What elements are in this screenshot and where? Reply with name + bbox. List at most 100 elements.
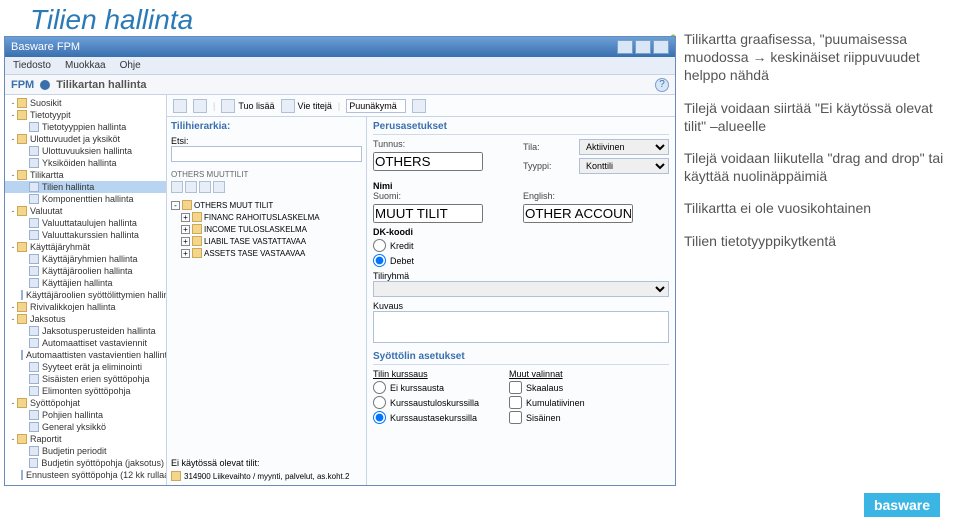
sidebar-item[interactable]: Yksiköiden hallinta: [5, 157, 166, 169]
sidebar-item[interactable]: Valuuttakurssien hallinta: [5, 229, 166, 241]
etsi-label: Etsi:: [171, 136, 189, 146]
sidebar-item[interactable]: Komponenttien hallinta: [5, 193, 166, 205]
move-up-icon[interactable]: [199, 181, 211, 193]
maximize-button[interactable]: [635, 40, 651, 54]
tuo-lisaa-link[interactable]: Tuo lisää: [221, 99, 274, 113]
sidebar-item[interactable]: Käyttäjäryhmien hallinta: [5, 253, 166, 265]
app-title: Basware FPM: [11, 41, 80, 53]
minimize-button[interactable]: [617, 40, 633, 54]
sidebar-item[interactable]: Automaattiset vastaviennit: [5, 337, 166, 349]
sidebar-item[interactable]: -Rivivalikkojen hallinta: [5, 301, 166, 313]
tiliryhma-label: Tiliryhmä: [373, 271, 669, 281]
sidebar-item[interactable]: -Ulottuvuudet ja yksiköt: [5, 133, 166, 145]
search-input[interactable]: [171, 146, 362, 162]
kredit-label: Kredit: [390, 241, 414, 251]
sidebar-item[interactable]: Tietotyyppien hallinta: [5, 121, 166, 133]
sidebar-item[interactable]: Syyteet erät ja eliminointi: [5, 361, 166, 373]
sidebar-item[interactable]: Ennusteen syöttöpohja (12 kk rullaav...): [5, 469, 166, 481]
account-tree-item[interactable]: +ASSETS TASE VASTAAVAA: [171, 247, 362, 259]
form-panel: Perusasetukset Tunnus: Tila: Aktiivinen …: [367, 117, 675, 485]
account-tree-item[interactable]: +INCOME TULOSLASKELMA: [171, 223, 362, 235]
sidebar-item[interactable]: Tilien hallinta: [5, 181, 166, 193]
titlebar[interactable]: Basware FPM: [5, 37, 675, 57]
sidebar-item[interactable]: Sisäisten erien syöttöpohja: [5, 373, 166, 385]
account-tree-item[interactable]: +LIABIL TASE VASTATTAVAA: [171, 235, 362, 247]
sidebar-item[interactable]: -Valuutat: [5, 205, 166, 217]
expand-all-icon[interactable]: [171, 181, 183, 193]
skaalaus-check[interactable]: [509, 381, 522, 394]
eikurssausta-radio[interactable]: [373, 381, 386, 394]
sidebar-item[interactable]: General yksikkö: [5, 421, 166, 433]
account-tree-item[interactable]: +FINANC RAHOITUSLASKELMA: [171, 211, 362, 223]
sidebar-item[interactable]: Jaksotusperusteiden hallinta: [5, 325, 166, 337]
chevron-left-icon[interactable]: [40, 80, 50, 90]
unused-label: Ei käytössä olevat tilit:: [171, 458, 362, 468]
kuvaus-textarea[interactable]: [373, 311, 669, 343]
sidebar-item[interactable]: -Käyttäjäryhmät: [5, 241, 166, 253]
sidebar-item[interactable]: Ulottuvuuksien hallinta: [5, 145, 166, 157]
tulos-radio[interactable]: [373, 396, 386, 409]
move-down-icon[interactable]: [213, 181, 225, 193]
bullet: Tilejä voidaan liikutella "drag and drop…: [670, 149, 950, 185]
english-input[interactable]: [523, 204, 633, 223]
sidebar-item[interactable]: Pohjien hallinta: [5, 409, 166, 421]
export-icon: [281, 99, 295, 113]
tila-label: Tila:: [523, 142, 573, 152]
sidebar-item[interactable]: Automaattisten vastavientien hallinta: [5, 349, 166, 361]
dropdown-icon[interactable]: [412, 99, 426, 113]
basware-logo: basware: [864, 493, 940, 517]
sisainen-check[interactable]: [509, 411, 522, 424]
bullet: Tilien tietotyyppikytkentä: [670, 232, 950, 250]
tunnus-input[interactable]: [373, 152, 483, 171]
sidebar-item[interactable]: Käyttäjien hallinta: [5, 277, 166, 289]
close-button[interactable]: [653, 40, 669, 54]
sidebar-item[interactable]: Budjetin periodit: [5, 445, 166, 457]
unused-account-item[interactable]: 314900 Liikevaihto / myynti, palvelut, a…: [184, 472, 349, 481]
menu-muokkaa[interactable]: Muokkaa: [65, 60, 106, 71]
collapse-all-icon[interactable]: [185, 181, 197, 193]
sidebar-item[interactable]: Elimonten syöttöpohja: [5, 385, 166, 397]
sidebar-item[interactable]: -Raportit: [5, 433, 166, 445]
main-panel: | Tuo lisää Vie titejä | Tilihierarkia: …: [167, 95, 675, 485]
debet-radio[interactable]: [373, 254, 386, 267]
nimi-label: Nimi: [373, 181, 669, 191]
sidebar-item[interactable]: -Syöttöpohjat: [5, 397, 166, 409]
breadcrumb-root[interactable]: FPM: [11, 79, 34, 91]
sidebar-item[interactable]: Valuuttataulujen hallinta: [5, 217, 166, 229]
app-window: Basware FPM Tiedosto Muokkaa Ohje FPM Ti…: [4, 36, 676, 486]
sidebar-item[interactable]: Budjetin syöttöpohja (jaksotus): [5, 457, 166, 469]
account-tree[interactable]: -OTHERS MUUT TILIT+FINANC RAHOITUSLASKEL…: [171, 199, 362, 259]
help-icon[interactable]: ?: [655, 78, 669, 92]
menu-tiedosto[interactable]: Tiedosto: [13, 60, 51, 71]
sidebar-item[interactable]: Käyttäjäroolien hallinta: [5, 265, 166, 277]
hierarchy-title: Tilihierarkia:: [171, 121, 362, 132]
tyyppi-select[interactable]: Konttili: [579, 158, 669, 174]
tunnus-label: Tunnus:: [373, 139, 423, 149]
tiliryhma-select[interactable]: [373, 281, 669, 297]
tila-select[interactable]: Aktiivinen: [579, 139, 669, 155]
sisainen-label: Sisäinen: [526, 413, 561, 423]
tyyppi-label: Tyyppi:: [523, 161, 573, 171]
sidebar-item[interactable]: -Jaksotus: [5, 313, 166, 325]
nav-tree[interactable]: -Suosikit-TietotyypitTietotyyppien halli…: [5, 95, 167, 485]
new-icon[interactable]: [173, 99, 187, 113]
account-tree-item[interactable]: -OTHERS MUUT TILIT: [171, 199, 362, 211]
kredit-radio[interactable]: [373, 239, 386, 252]
puunakyma-input[interactable]: [346, 99, 406, 113]
sidebar-item[interactable]: -Tietotyypit: [5, 109, 166, 121]
sidebar-item[interactable]: Käyttäjäroolien syöttölittymien hallin..…: [5, 289, 166, 301]
eikurssausta-label: Ei kurssausta: [390, 383, 444, 393]
tase-label: Kurssaustasekurssilla: [390, 413, 477, 423]
debet-label: Debet: [390, 256, 414, 266]
tase-radio[interactable]: [373, 411, 386, 424]
suomi-input[interactable]: [373, 204, 483, 223]
menubar: Tiedosto Muokkaa Ohje: [5, 57, 675, 75]
kumul-check[interactable]: [509, 396, 522, 409]
tulos-label: Kurssaustuloskurssilla: [390, 398, 479, 408]
breadcrumb-page: Tilikartan hallinta: [56, 79, 146, 91]
sidebar-item[interactable]: -Tilikartta: [5, 169, 166, 181]
delete-icon[interactable]: [193, 99, 207, 113]
vie-titeja-link[interactable]: Vie titejä: [281, 99, 332, 113]
sidebar-item[interactable]: -Suosikit: [5, 97, 166, 109]
menu-ohje[interactable]: Ohje: [120, 60, 141, 71]
